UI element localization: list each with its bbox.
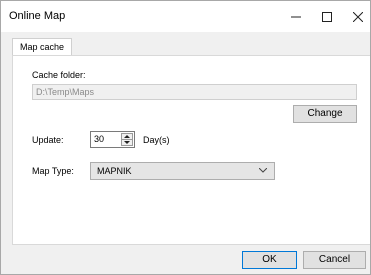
tab-map-cache[interactable]: Map cache xyxy=(12,38,73,56)
map-type-value: MAPNIK xyxy=(97,166,132,176)
tab-map-cache-label: Map cache xyxy=(20,42,65,52)
minimize-icon xyxy=(291,16,301,17)
window-title: Online Map xyxy=(9,10,66,22)
close-button[interactable] xyxy=(336,1,371,32)
change-button-label: Change xyxy=(307,108,343,119)
stepper-down-button[interactable] xyxy=(122,140,132,145)
update-unit-label: Day(s) xyxy=(143,135,170,145)
update-label: Update: xyxy=(32,135,64,145)
arrow-up-icon xyxy=(124,135,130,138)
title-bar[interactable]: Online Map xyxy=(1,1,370,32)
maximize-icon xyxy=(322,11,332,22)
cache-folder-field: D:\Temp\Maps xyxy=(32,84,357,100)
arrow-down-icon xyxy=(124,141,130,144)
map-type-select[interactable]: MAPNIK xyxy=(90,162,275,180)
online-map-window: Online Map Map cache Cache folder: D:\Te… xyxy=(0,0,371,275)
close-icon xyxy=(353,11,363,22)
stepper-buttons xyxy=(121,133,133,146)
tab-strip: Map cache xyxy=(1,32,370,56)
cache-folder-value: D:\Temp\Maps xyxy=(36,87,95,97)
cancel-button[interactable]: Cancel xyxy=(303,251,366,269)
ok-button[interactable]: OK xyxy=(242,251,297,269)
map-type-label: Map Type: xyxy=(32,166,74,176)
update-days-stepper[interactable]: 30 xyxy=(90,131,135,148)
change-button[interactable]: Change xyxy=(293,105,357,123)
chevron-down-icon xyxy=(259,168,267,173)
cancel-button-label: Cancel xyxy=(318,254,351,265)
ok-button-label: OK xyxy=(262,254,277,265)
update-days-value: 30 xyxy=(94,134,105,144)
cache-folder-label: Cache folder: xyxy=(32,70,86,80)
